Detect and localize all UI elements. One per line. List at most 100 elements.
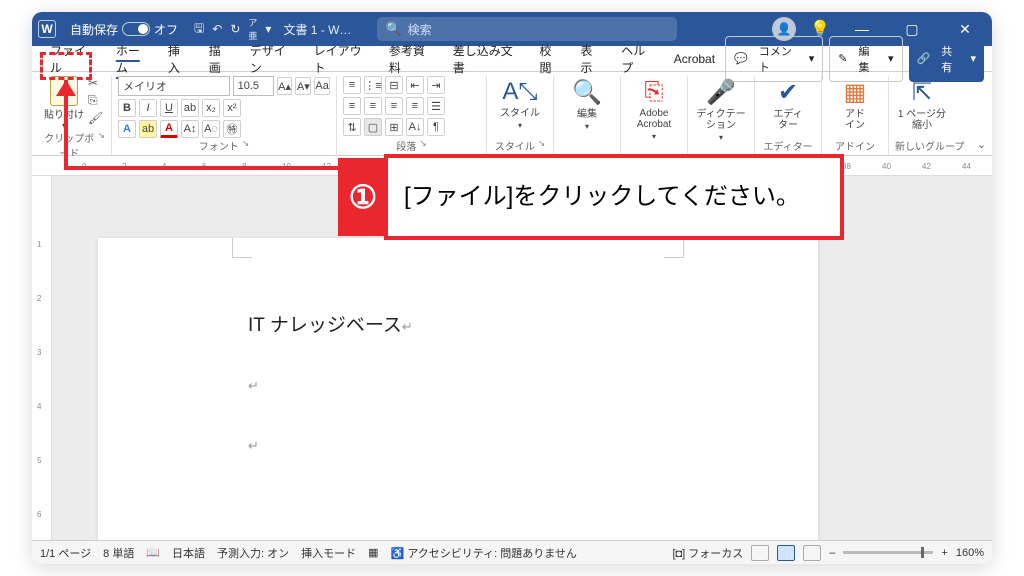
align-left-icon[interactable]: ≡ — [343, 97, 361, 115]
mic-icon: 🎤 — [706, 78, 736, 107]
autosave-state: オフ — [154, 21, 178, 38]
search-icon: 🔍 — [385, 21, 401, 37]
grow-font-icon[interactable]: A▴ — [277, 77, 293, 95]
underline-button[interactable]: U — [160, 99, 178, 117]
strike-button[interactable]: ab — [181, 99, 199, 117]
language[interactable]: 日本語 — [172, 545, 205, 561]
autosave-toggle[interactable]: 自動保存 オフ — [64, 20, 184, 39]
annotation-highlight-rect — [40, 52, 92, 80]
borders-icon[interactable]: ⊞ — [385, 118, 403, 136]
qat-more-icon[interactable]: ▾ — [265, 22, 271, 36]
annotation-arrow-icon — [56, 80, 76, 96]
distribute-icon[interactable]: ☰ — [427, 97, 445, 115]
show-marks-icon[interactable]: ¶ — [427, 118, 445, 136]
tab-acrobat[interactable]: Acrobat — [666, 48, 723, 70]
save-icon[interactable]: 🖫 — [194, 19, 204, 40]
styles-icon: A⤡ — [502, 78, 537, 106]
annotation-connector — [64, 166, 384, 170]
accessibility-status[interactable]: ♿ アクセシビリティ: 問題ありません — [391, 545, 577, 561]
addin-icon: ▦ — [844, 78, 867, 107]
italic-button[interactable]: I — [139, 99, 157, 117]
shrink-one-page-button[interactable]: ⇱ 1 ページ分縮小 — [895, 76, 949, 138]
word-count[interactable]: 8 単語 — [103, 545, 134, 561]
increase-indent-icon[interactable]: ⇥ — [427, 76, 445, 94]
spellcheck-icon[interactable]: 📖 — [146, 546, 160, 559]
multilevel-icon[interactable]: ⊟ — [385, 76, 403, 94]
subscript-button[interactable]: x₂ — [202, 99, 220, 117]
statusbar: 1/1 ページ 8 単語 📖 日本語 予測入力: オン 挿入モード ▦ ♿ アク… — [32, 540, 992, 564]
copy-icon[interactable]: ⎘ — [88, 93, 103, 108]
annotation-text: [ファイル]をクリックしてください。 — [388, 175, 816, 219]
menubar: ファイル ホーム 挿入 描画 デザイン レイアウト 参考資料 差し込み文書 校閲… — [32, 46, 992, 72]
redo-icon[interactable]: ↻ — [230, 22, 240, 36]
clear-format-button[interactable]: A◌ — [202, 120, 220, 138]
app-icon: W — [38, 20, 56, 38]
text-effects-button[interactable]: A — [118, 120, 136, 138]
numbering-icon[interactable]: ⋮≡ — [364, 76, 382, 94]
paragraph-mark-icon: ↵ — [248, 378, 259, 394]
predictive-input[interactable]: 予測入力: オン — [217, 545, 289, 561]
bold-button[interactable]: B — [118, 99, 136, 117]
document-page[interactable]: IT ナレッジベース↵ ↵ ↵ — [98, 238, 818, 540]
shrink-font-icon[interactable]: A▾ — [295, 77, 311, 95]
vertical-ruler[interactable]: 123456 — [32, 176, 52, 540]
margin-guide — [664, 238, 684, 258]
justify-icon[interactable]: ≡ — [406, 97, 424, 115]
styles-button[interactable]: A⤡ スタイル ▾ — [493, 76, 547, 138]
editing-button[interactable]: 🔍 編集 ▾ — [560, 76, 614, 142]
line-spacing-icon[interactable]: ⇅ — [343, 118, 361, 136]
undo-icon[interactable]: ↶ — [212, 22, 222, 36]
zoom-slider[interactable] — [843, 551, 933, 554]
dialog-launcher-icon[interactable]: ↘ — [419, 138, 427, 153]
editor-icon: ✔︎ — [778, 78, 798, 107]
web-layout-icon[interactable] — [803, 545, 821, 561]
focus-mode[interactable]: [◘] フォーカス — [672, 545, 743, 561]
annotation-step-number: ① — [338, 158, 388, 236]
group-font: メイリオ 10.5 A▴ A▾ Aa B I U ab x₂ x² A ab — [112, 76, 337, 155]
read-mode-icon[interactable] — [751, 545, 769, 561]
zoom-level[interactable]: 160% — [956, 547, 984, 559]
dictation-button[interactable]: 🎤 ディクテーション ▾ — [694, 76, 748, 142]
insert-mode[interactable]: 挿入モード — [301, 545, 356, 561]
macro-icon[interactable]: ▦ — [368, 546, 378, 559]
search-icon: 🔍 — [572, 78, 602, 107]
change-case-icon[interactable]: Aa — [314, 77, 330, 95]
margin-guide — [232, 238, 252, 258]
document-text[interactable]: IT ナレッジベース↵ — [248, 310, 413, 337]
page-count[interactable]: 1/1 ページ — [40, 545, 91, 561]
word-window: W 自動保存 オフ 🖫 ↶ ↻ ア亜 ▾ 文書 1 - W… 🔍 検索 👤 💡 … — [32, 12, 992, 564]
qat-item[interactable]: ア亜 — [248, 16, 257, 42]
annotation-box: ① [ファイル]をクリックしてください。 — [384, 154, 844, 240]
enclose-char-button[interactable]: ㊕ — [223, 120, 241, 138]
document-title: 文書 1 - W… — [283, 21, 351, 38]
highlight-button[interactable]: ab — [139, 120, 157, 138]
decrease-indent-icon[interactable]: ⇤ — [406, 76, 424, 94]
align-center-icon[interactable]: ≡ — [364, 97, 382, 115]
align-right-icon[interactable]: ≡ — [385, 97, 403, 115]
paragraph-mark-icon: ↵ — [402, 319, 413, 334]
bullets-icon[interactable]: ≡ — [343, 76, 361, 94]
zoom-out-button[interactable]: – — [829, 547, 835, 559]
phonetic-button[interactable]: A↕ — [181, 120, 199, 138]
toggle-icon — [122, 22, 150, 36]
font-name-select[interactable]: メイリオ — [118, 76, 230, 96]
dialog-launcher-icon[interactable]: ↘ — [242, 138, 250, 153]
zoom-in-button[interactable]: + — [941, 547, 947, 559]
print-layout-icon[interactable] — [777, 545, 795, 561]
autosave-label: 自動保存 — [70, 21, 118, 38]
acrobat-button[interactable]: ⎘ AdobeAcrobat ▾ — [627, 76, 681, 142]
font-size-select[interactable]: 10.5 — [233, 76, 274, 96]
sort-icon[interactable]: A↓ — [406, 118, 424, 136]
ribbon: 貼り付け ▾ ✂ ⎘ 🖌 クリップボード↘ メイリオ 10.5 A▴ A▾ Aa — [32, 72, 992, 156]
group-paragraph: ≡ ⋮≡ ⊟ ⇤ ⇥ ≡ ≡ ≡ ≡ ☰ ⇅ ▢ ⊞ A↓ — [337, 76, 487, 155]
addin-button[interactable]: ▦ アドイン — [828, 76, 882, 138]
shading-icon[interactable]: ▢ — [364, 118, 382, 136]
collapse-ribbon-icon[interactable]: ⌄ — [977, 138, 986, 151]
editor-button[interactable]: ✔︎ エディター — [761, 76, 815, 138]
font-color-button[interactable]: A — [160, 120, 178, 138]
format-painter-icon[interactable]: 🖌 — [88, 111, 103, 125]
superscript-button[interactable]: x² — [223, 99, 241, 117]
shrink-page-icon: ⇱ — [912, 78, 932, 107]
paragraph-mark-icon: ↵ — [248, 438, 259, 454]
search-placeholder: 検索 — [408, 21, 432, 38]
